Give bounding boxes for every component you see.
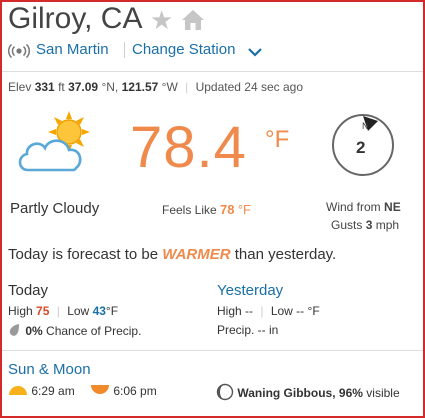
station-meta: Elev 331 ft 37.09 °N, 121.57 °W | Update… [8,80,304,94]
today-heading: Today [8,282,49,299]
city-title: Gilroy, CA [8,2,143,35]
moon-phase: Waning Gibbous, 96% visible [216,383,400,401]
wind-speed: 2 [356,138,366,157]
feels-like: Feels Like 78 °F [162,202,251,217]
divider [2,350,423,351]
partly-cloudy-icon [14,110,104,185]
today-high-low: High 75 | Low 43°F [8,304,119,318]
home-icon[interactable] [181,9,205,36]
yesterday-heading[interactable]: Yesterday [217,282,283,299]
today-precip: 0% Chance of Precip. [8,323,141,338]
forecast-summary: Today is forecast to be WARMER than yest… [8,246,337,263]
divider [124,42,125,58]
raindrop-icon [9,324,19,336]
sunset: 6:06 pm [90,384,157,398]
yesterday-high-low: High -- | Low -- °F [217,304,320,318]
yesterday-precip: Precip. -- in [217,323,279,337]
sunset-icon [91,385,109,394]
temperature-unit: °F [265,126,290,153]
chevron-down-icon[interactable] [248,45,262,63]
sunrise-icon [9,386,27,395]
updated-time: Updated 24 sec ago [195,80,304,94]
wind-direction-text: Wind from NE [326,200,401,214]
today-low-value: 43 [92,304,106,318]
feels-like-value: 78 [220,202,235,217]
sun-moon-heading: Sun & Moon [8,361,91,378]
forecast-emphasis: WARMER [162,246,231,263]
current-temperature: 78.4 [130,115,247,180]
divider [2,71,423,72]
condition-label: Partly Cloudy [10,200,100,217]
compass-north-label: N [362,121,369,131]
moon-icon [216,383,234,401]
station-name-link[interactable]: San Martin [36,41,109,58]
today-high-value: 75 [36,304,50,318]
star-icon[interactable]: ★ [150,7,173,33]
wind-gusts: Gusts 3 mph [331,218,400,232]
sunrise: 6:29 am [8,384,75,398]
station-signal-icon [7,43,31,63]
change-station-button[interactable]: Change Station [132,41,235,58]
